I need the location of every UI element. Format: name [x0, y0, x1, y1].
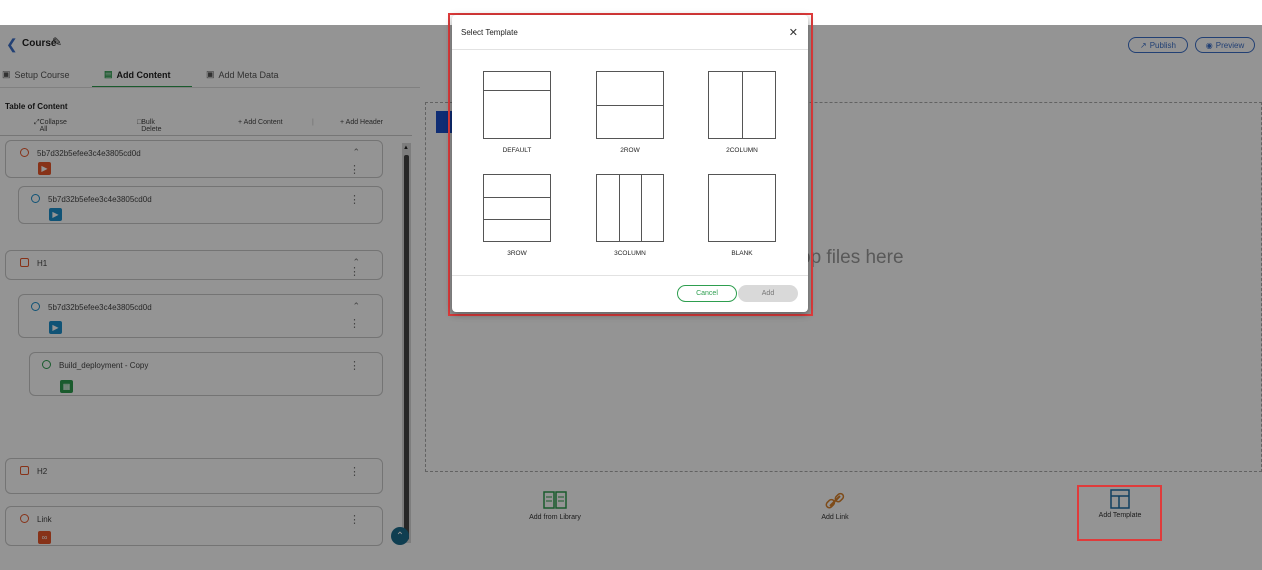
template-default[interactable]: DEFAULT [477, 71, 557, 154]
layout-line [484, 197, 550, 198]
template-name: 2ROW [620, 147, 640, 154]
cancel-button[interactable]: Cancel [677, 285, 737, 302]
highlight-add-template [1077, 485, 1162, 541]
template-name: 2COLUMN [726, 147, 758, 154]
select-template-dialog: Select Template ✕ DEFAULT 2ROW 2COLUMN 3… [452, 15, 808, 312]
layout-line [641, 175, 642, 241]
template-2column[interactable]: 2COLUMN [702, 71, 782, 154]
template-name: 3ROW [507, 250, 527, 257]
template-blank-preview [708, 174, 776, 242]
template-3column[interactable]: 3COLUMN [590, 174, 670, 257]
divider [452, 49, 808, 50]
layout-line [484, 219, 550, 220]
close-icon[interactable]: ✕ [789, 26, 798, 39]
template-3row[interactable]: 3ROW [477, 174, 557, 257]
template-blank[interactable]: BLANK [702, 174, 782, 257]
template-3row-preview [483, 174, 551, 242]
template-name: DEFAULT [502, 147, 532, 154]
add-button[interactable]: Add [738, 285, 798, 302]
divider [452, 275, 808, 276]
template-default-preview [483, 71, 551, 139]
template-2row-preview [596, 71, 664, 139]
template-name: BLANK [731, 250, 753, 257]
layout-line [597, 105, 663, 106]
dialog-title: Select Template [461, 28, 518, 37]
template-name: 3COLUMN [614, 250, 646, 257]
layout-line [742, 72, 743, 138]
layout-line [484, 90, 550, 91]
template-2row[interactable]: 2ROW [590, 71, 670, 154]
template-2column-preview [708, 71, 776, 139]
layout-line [619, 175, 620, 241]
template-3column-preview [596, 174, 664, 242]
